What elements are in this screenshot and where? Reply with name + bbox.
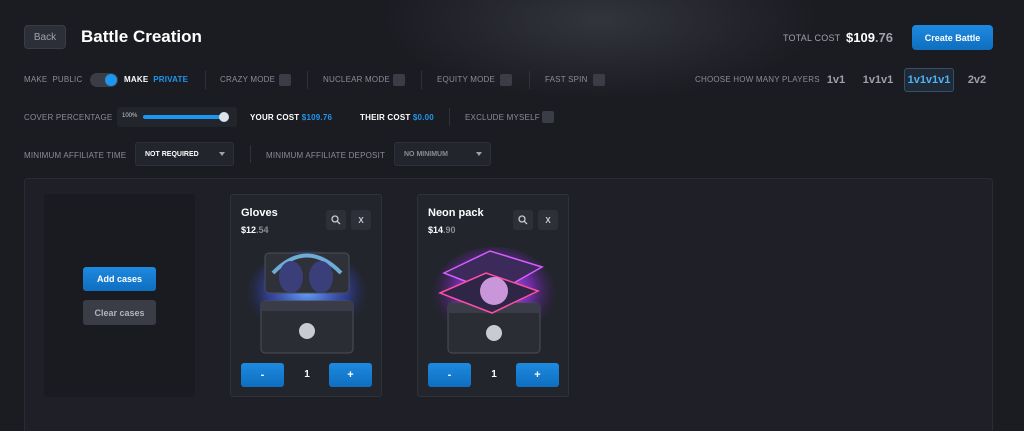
case-name: Gloves bbox=[241, 207, 278, 219]
divider bbox=[529, 71, 530, 89]
add-cases-area bbox=[44, 194, 195, 397]
decrease-quantity-button[interactable]: - bbox=[241, 363, 284, 387]
players-option-1v1v1[interactable]: 1v1v1 bbox=[861, 68, 895, 92]
cover-percentage-label: COVER PERCENTAGE bbox=[24, 113, 113, 122]
chevron-down-icon bbox=[219, 152, 225, 156]
divider bbox=[205, 71, 206, 89]
divider bbox=[307, 71, 308, 89]
price-cents: .54 bbox=[256, 225, 269, 235]
case-card-neon-pack: Neon pack $14.90 X - 1 + bbox=[417, 194, 569, 397]
neon-pack-case-image bbox=[432, 247, 556, 354]
case-price: $14.90 bbox=[428, 225, 456, 235]
nuclear-mode-label: NUCLEAR MODE bbox=[323, 75, 390, 84]
preview-button[interactable] bbox=[513, 210, 533, 230]
decrease-quantity-button[interactable]: - bbox=[428, 363, 471, 387]
players-option-2v2[interactable]: 2v2 bbox=[963, 68, 991, 92]
search-icon bbox=[331, 215, 341, 225]
price-cents: .90 bbox=[443, 225, 456, 235]
equity-mode-checkbox[interactable] bbox=[500, 74, 512, 86]
remove-case-button[interactable]: X bbox=[351, 210, 371, 230]
select-value: NOT REQUIRED bbox=[145, 150, 199, 158]
equity-mode-label: EQUITY MODE bbox=[437, 75, 496, 84]
min-affiliate-deposit-select[interactable]: NO MINIMUM bbox=[394, 142, 491, 166]
fast-spin-checkbox[interactable] bbox=[593, 74, 605, 86]
total-cost-label: TOTAL COST bbox=[783, 33, 841, 43]
quantity-value[interactable]: 1 bbox=[292, 369, 322, 380]
add-cases-button[interactable]: Add cases bbox=[83, 267, 156, 291]
divider bbox=[250, 145, 251, 163]
price-dollars: $12 bbox=[241, 225, 257, 235]
cover-slider-handle[interactable] bbox=[219, 112, 229, 122]
crazy-mode-checkbox[interactable] bbox=[279, 74, 291, 86]
your-cost-label: YOUR COST bbox=[250, 113, 300, 122]
cover-percent-value: 100% bbox=[122, 113, 138, 119]
their-cost-label: THEIR COST bbox=[360, 113, 411, 122]
min-affiliate-time-select[interactable]: NOT REQUIRED bbox=[135, 142, 234, 166]
remove-case-button[interactable]: X bbox=[538, 210, 558, 230]
total-cost-value: $109.76 bbox=[846, 30, 893, 45]
page-title: Battle Creation bbox=[81, 27, 202, 46]
select-value: NO MINIMUM bbox=[404, 150, 448, 158]
divider bbox=[449, 108, 450, 126]
case-name: Neon pack bbox=[428, 207, 484, 219]
total-cost-dollars: $109 bbox=[846, 30, 875, 45]
increase-quantity-button[interactable]: + bbox=[329, 363, 372, 387]
case-price: $12.54 bbox=[241, 225, 269, 235]
close-icon: X bbox=[358, 215, 364, 225]
nuclear-mode-checkbox[interactable] bbox=[393, 74, 405, 86]
players-label: CHOOSE HOW MANY PLAYERS bbox=[695, 75, 820, 84]
clear-cases-button[interactable]: Clear cases bbox=[83, 300, 156, 325]
exclude-myself-checkbox[interactable] bbox=[542, 111, 554, 123]
min-affiliate-deposit-label: MINIMUM AFFILIATE DEPOSIT bbox=[266, 151, 386, 160]
make-label: MAKE bbox=[24, 75, 48, 84]
make-private-label: MAKE PRIVATE bbox=[124, 75, 188, 84]
chevron-down-icon bbox=[476, 152, 482, 156]
make-public-label: MAKE PUBLIC bbox=[24, 75, 82, 84]
quantity-value[interactable]: 1 bbox=[479, 369, 509, 380]
private-label: PRIVATE bbox=[153, 75, 189, 84]
min-affiliate-time-label: MINIMUM AFFILIATE TIME bbox=[24, 151, 127, 160]
your-cost-value: $109.76 bbox=[301, 113, 333, 122]
privacy-toggle[interactable] bbox=[90, 73, 118, 87]
price-dollars: $14 bbox=[428, 225, 444, 235]
their-cost-value: $0.00 bbox=[412, 113, 434, 122]
total-cost-cents: .76 bbox=[874, 30, 893, 45]
players-option-1v1v1v1[interactable]: 1v1v1v1 bbox=[904, 68, 954, 92]
make-label: MAKE bbox=[124, 75, 149, 84]
create-battle-button[interactable]: Create Battle bbox=[912, 25, 993, 50]
close-icon: X bbox=[545, 215, 551, 225]
fast-spin-label: FAST SPIN bbox=[545, 75, 588, 84]
public-label: PUBLIC bbox=[52, 75, 83, 84]
exclude-myself-label: EXCLUDE MYSELF bbox=[465, 113, 540, 122]
players-option-1v1[interactable]: 1v1 bbox=[822, 68, 850, 92]
crazy-mode-label: CRAZY MODE bbox=[220, 75, 276, 84]
divider bbox=[421, 71, 422, 89]
toggle-knob bbox=[105, 74, 117, 86]
gloves-case-image bbox=[247, 250, 367, 354]
cover-slider-track[interactable] bbox=[143, 115, 225, 119]
case-card-gloves: Gloves $12.54 X - 1 + bbox=[230, 194, 382, 397]
increase-quantity-button[interactable]: + bbox=[516, 363, 559, 387]
your-cost: YOUR COST $109.76 bbox=[250, 113, 332, 122]
back-button[interactable]: Back bbox=[24, 25, 66, 49]
their-cost: THEIR COST $0.00 bbox=[360, 113, 434, 122]
preview-button[interactable] bbox=[326, 210, 346, 230]
search-icon bbox=[518, 215, 528, 225]
